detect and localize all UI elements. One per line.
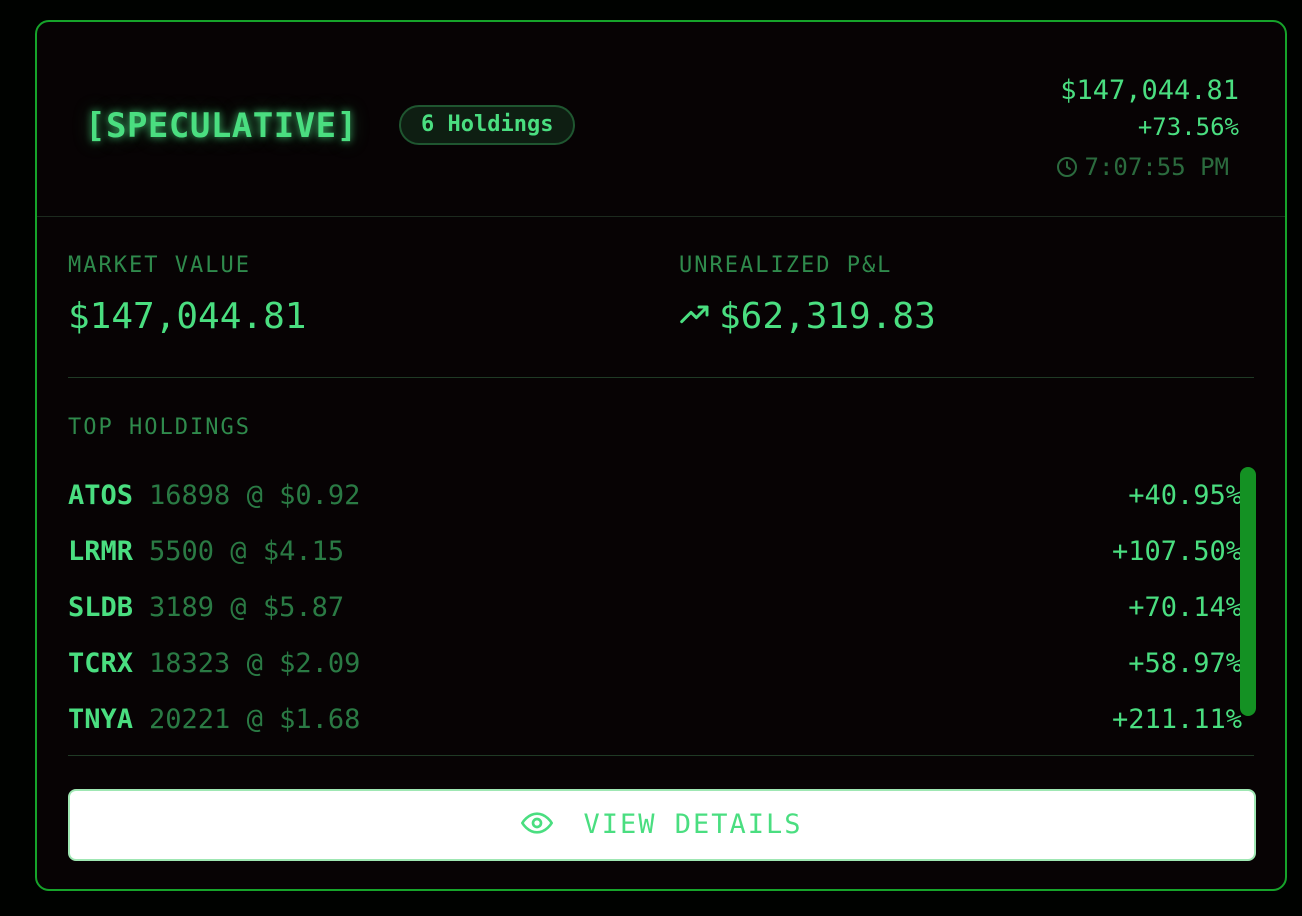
holding-symbol: ATOS	[68, 479, 134, 511]
holdings-list[interactable]: ATOS 16898 @ $0.92 +40.95% LRMR 5500 @ $…	[68, 467, 1242, 747]
holding-row: LRMR 5500 @ $4.15 +107.50%	[68, 523, 1242, 579]
unrealized-pnl-value: $62,319.83	[719, 296, 936, 337]
holding-change: +70.14%	[1128, 591, 1242, 623]
holding-detail: 3189 @ $5.87	[149, 591, 345, 623]
holding-change: +58.97%	[1128, 647, 1242, 679]
unrealized-pnl: $62,319.83	[679, 295, 936, 339]
eye-icon	[521, 807, 554, 843]
header-total-change: +73.56%	[1137, 113, 1239, 141]
card-header: [SPECULATIVE] 6 Holdings $147,044.81 +73…	[37, 22, 1285, 217]
holding-detail: 5500 @ $4.15	[149, 535, 345, 567]
header-total-value: $147,044.81	[1060, 75, 1239, 106]
portfolio-card: [SPECULATIVE] 6 Holdings $147,044.81 +73…	[35, 20, 1287, 891]
market-value: $147,044.81	[68, 296, 307, 337]
divider	[68, 755, 1254, 756]
holding-detail: 20221 @ $1.68	[149, 703, 361, 735]
holding-row: ATOS 16898 @ $0.92 +40.95%	[68, 467, 1242, 523]
divider	[68, 377, 1254, 378]
holding-row: TNYA 20221 @ $1.68 +211.11%	[68, 691, 1242, 747]
holding-row: SLDB 3189 @ $5.87 +70.14%	[68, 579, 1242, 635]
last-updated-time: 7:07:55 PM	[1084, 153, 1230, 181]
last-updated: 7:07:55 PM	[1055, 152, 1230, 182]
holdings-count-badge: 6 Holdings	[399, 105, 576, 145]
holding-change: +211.11%	[1111, 703, 1242, 735]
scrollbar-thumb[interactable]	[1240, 467, 1256, 716]
trending-up-icon	[679, 299, 711, 335]
holding-symbol: SLDB	[68, 591, 134, 623]
holding-change: +107.50%	[1111, 535, 1242, 567]
holding-detail: 16898 @ $0.92	[149, 479, 361, 511]
portfolio-title: [SPECULATIVE]	[85, 106, 358, 146]
top-holdings-label: TOP HOLDINGS	[68, 415, 251, 440]
holding-row: TCRX 18323 @ $2.09 +58.97%	[68, 635, 1242, 691]
view-details-button[interactable]: VIEW DETAILS	[68, 789, 1256, 861]
unrealized-pnl-label: UNREALIZED P&L	[679, 253, 893, 278]
holding-detail: 18323 @ $2.09	[149, 647, 361, 679]
holding-change: +40.95%	[1128, 479, 1242, 511]
clock-icon	[1055, 155, 1079, 179]
holding-symbol: TCRX	[68, 647, 134, 679]
holding-symbol: TNYA	[68, 703, 134, 735]
holding-symbol: LRMR	[68, 535, 134, 567]
market-value-label: MARKET VALUE	[68, 253, 251, 278]
view-details-label: VIEW DETAILS	[583, 809, 803, 840]
holdings-scrollbar[interactable]	[1240, 467, 1256, 716]
